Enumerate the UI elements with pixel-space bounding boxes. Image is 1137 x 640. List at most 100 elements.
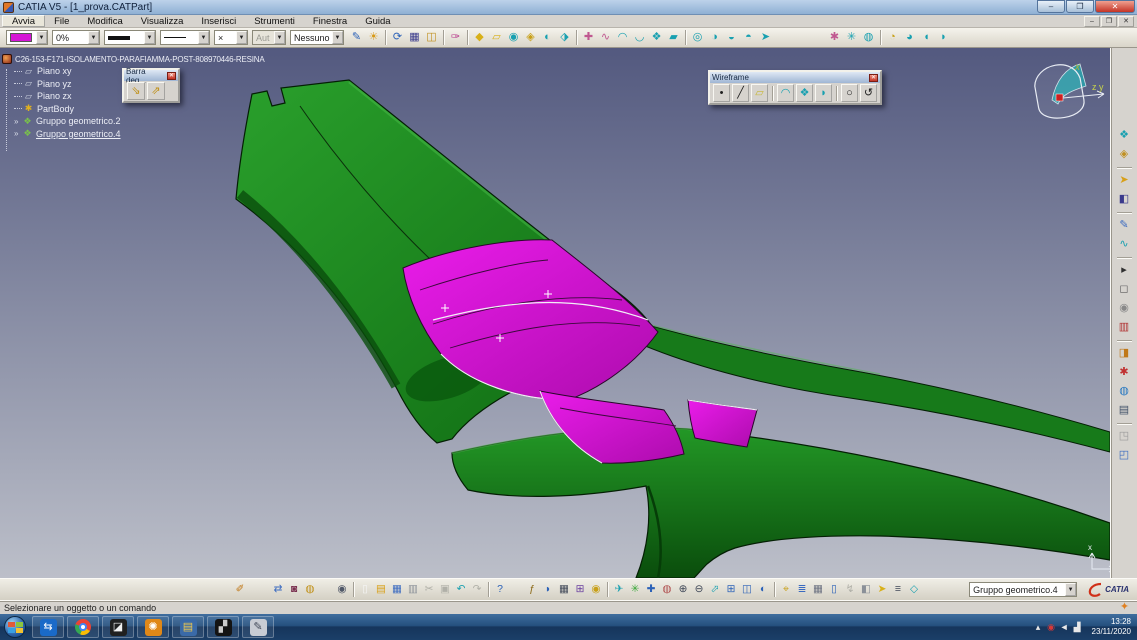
geometric-set-selector[interactable]: Gruppo geometrico.4 ▼ xyxy=(969,582,1077,597)
normal-view-icon[interactable]: ⬀ xyxy=(707,582,723,598)
sound-icon[interactable]: ◉ xyxy=(1115,299,1134,318)
print-icon[interactable]: ▥ xyxy=(405,582,421,598)
reflect-line-icon[interactable]: ◗ xyxy=(815,84,832,102)
point-icon[interactable]: • xyxy=(713,84,730,102)
trim-icon[interactable]: ◒ xyxy=(723,29,740,46)
image-capture-icon[interactable]: ▤ xyxy=(1115,401,1134,420)
insert-mode-icon[interactable]: ✱ xyxy=(826,29,843,46)
chevron-down-icon[interactable]: ▼ xyxy=(88,31,99,44)
projection-icon[interactable]: ◈ xyxy=(522,29,539,46)
mdi-close-button[interactable]: ✕ xyxy=(1118,16,1134,27)
lightning-icon[interactable]: ↯ xyxy=(842,582,858,598)
line-type-combo[interactable]: ▼ xyxy=(160,30,210,45)
pad-icon[interactable]: ◧ xyxy=(1115,190,1134,209)
start-button[interactable] xyxy=(4,616,26,638)
layer-combo[interactable]: Nessuno ▼ xyxy=(290,30,344,45)
close-icon[interactable]: ✕ xyxy=(869,74,878,82)
measure-icon[interactable]: ◉ xyxy=(588,582,604,598)
new-icon[interactable]: ▯ xyxy=(357,582,373,598)
menu-strumenti[interactable]: Strumenti xyxy=(245,15,304,27)
maximize-button[interactable]: ❐ xyxy=(1066,0,1094,13)
zoom-in-icon[interactable]: ⊕ xyxy=(675,582,691,598)
shading-icon[interactable]: ◐ xyxy=(755,582,771,598)
chevron-down-icon[interactable]: ▼ xyxy=(144,31,155,44)
projection-icon[interactable]: ◠ xyxy=(777,84,794,102)
wireframe-palette[interactable]: Wireframe ✕ •╱▱◠❖◗○↺ xyxy=(708,70,882,105)
plane-icon[interactable]: ▱ xyxy=(488,29,505,46)
palette-title-bar[interactable]: Barra deg... ✕ xyxy=(124,70,178,81)
help-icon[interactable]: ? xyxy=(492,582,508,598)
pan-icon[interactable]: ✚ xyxy=(643,582,659,598)
menu-file[interactable]: File xyxy=(45,15,78,27)
intersection-icon[interactable]: ◉ xyxy=(505,29,522,46)
teamviewer-icon[interactable]: ⇆ xyxy=(32,616,64,638)
split-icon[interactable]: ◑ xyxy=(706,29,723,46)
expander-icon[interactable]: » xyxy=(14,117,22,126)
join-icon[interactable]: ◎ xyxy=(689,29,706,46)
connect-checker-icon[interactable]: ◕ xyxy=(901,29,918,46)
design-table-icon[interactable]: ⊞ xyxy=(572,582,588,598)
point-icon[interactable]: ◆ xyxy=(471,29,488,46)
sweep-surface-icon[interactable]: ❖ xyxy=(1115,126,1134,145)
menu-visualizza[interactable]: Visualizza xyxy=(132,15,193,27)
open-icon[interactable]: ▤ xyxy=(373,582,389,598)
line-weight-combo[interactable]: ▼ xyxy=(104,30,156,45)
intersection-icon[interactable]: ❖ xyxy=(796,84,813,102)
plane-icon[interactable]: ▱ xyxy=(751,84,768,102)
palette-title-bar[interactable]: Wireframe ✕ xyxy=(710,72,880,83)
camera-icon[interactable]: ◉ xyxy=(334,582,350,598)
extrude-icon[interactable]: ⬗ xyxy=(556,29,573,46)
work-on-support-icon[interactable]: ✳ xyxy=(843,29,860,46)
link-manager-icon[interactable]: ⇄ xyxy=(270,582,286,598)
untrim-icon[interactable]: ∿ xyxy=(597,29,614,46)
compass-center[interactable] xyxy=(1056,94,1063,101)
fx-icon[interactable]: ƒ xyxy=(524,582,540,598)
multi-view-icon[interactable]: ⊞ xyxy=(723,582,739,598)
graphic-color-combo[interactable]: ▼ xyxy=(6,30,48,45)
mdi-minimize-button[interactable]: – xyxy=(1084,16,1100,27)
sketch-tools-icon[interactable]: ✎ xyxy=(1115,216,1134,235)
redo-icon[interactable]: ↷ xyxy=(469,582,485,598)
near-icon[interactable]: ◓ xyxy=(740,29,757,46)
transfer-icon[interactable]: ⇗ xyxy=(147,82,165,100)
chevron-down-icon[interactable]: ▼ xyxy=(236,31,247,44)
chevron-down-icon[interactable]: ▼ xyxy=(1065,583,1076,596)
close-button[interactable]: ✕ xyxy=(1095,0,1135,13)
swap-visible-space-icon[interactable]: ⇘ xyxy=(127,82,145,100)
healing-icon[interactable]: ✚ xyxy=(580,29,597,46)
render-stars-icon[interactable]: ✱ xyxy=(1115,363,1134,382)
dialog-icon[interactable]: ◗ xyxy=(540,582,556,598)
filter-icon[interactable]: ➤ xyxy=(874,582,890,598)
record-icon[interactable]: ▸ xyxy=(1115,261,1134,280)
bookmark-icon[interactable]: ▥ xyxy=(1115,318,1134,337)
catia-taskbar-icon[interactable]: ✎ xyxy=(242,616,274,638)
tree-item-partbody[interactable]: ✱ PartBody xyxy=(14,103,264,114)
explorer-icon[interactable]: ▤ xyxy=(172,616,204,638)
mdi-restore-button[interactable]: ❐ xyxy=(1101,16,1117,27)
zoom-out-icon[interactable]: ⊖ xyxy=(691,582,707,598)
close-icon[interactable]: ✕ xyxy=(167,72,176,80)
disassemble-icon[interactable]: ◠ xyxy=(614,29,631,46)
point-symbol-combo[interactable]: × ▼ xyxy=(214,30,248,45)
minimize-button[interactable]: – xyxy=(1037,0,1065,13)
viewport[interactable]: x z y x zy C26-153-F171-ISOLAMENTO-PARAF… xyxy=(0,48,1110,578)
historical-graph-icon[interactable]: ≣ xyxy=(794,582,810,598)
curve-icon[interactable]: ∿ xyxy=(1115,235,1134,254)
grid-icon[interactable]: ▦ xyxy=(406,29,423,46)
expander-icon[interactable]: » xyxy=(14,129,22,138)
offset-surface-icon[interactable]: ◐ xyxy=(539,29,556,46)
line-icon[interactable]: ╱ xyxy=(732,84,749,102)
copy-format-icon[interactable]: ✎ xyxy=(348,29,365,46)
drafting-icon[interactable]: ◳ xyxy=(1115,427,1134,446)
photo-viewer-icon[interactable]: ▞ xyxy=(207,616,239,638)
mail-icon[interactable]: ◙ xyxy=(286,582,302,598)
chrome-icon[interactable] xyxy=(67,616,99,638)
alert-icon[interactable]: ◉ xyxy=(1045,620,1058,634)
snap-icon[interactable]: ◍ xyxy=(860,29,877,46)
bounding-box-icon[interactable]: ▯ xyxy=(826,582,842,598)
menu-finestra[interactable]: Finestra xyxy=(304,15,356,27)
blend-icon[interactable]: ◈ xyxy=(1115,145,1134,164)
app-orange-icon[interactable]: ✺ xyxy=(137,616,169,638)
extract-icon[interactable]: ❖ xyxy=(648,29,665,46)
paste-icon[interactable]: ▣ xyxy=(437,582,453,598)
